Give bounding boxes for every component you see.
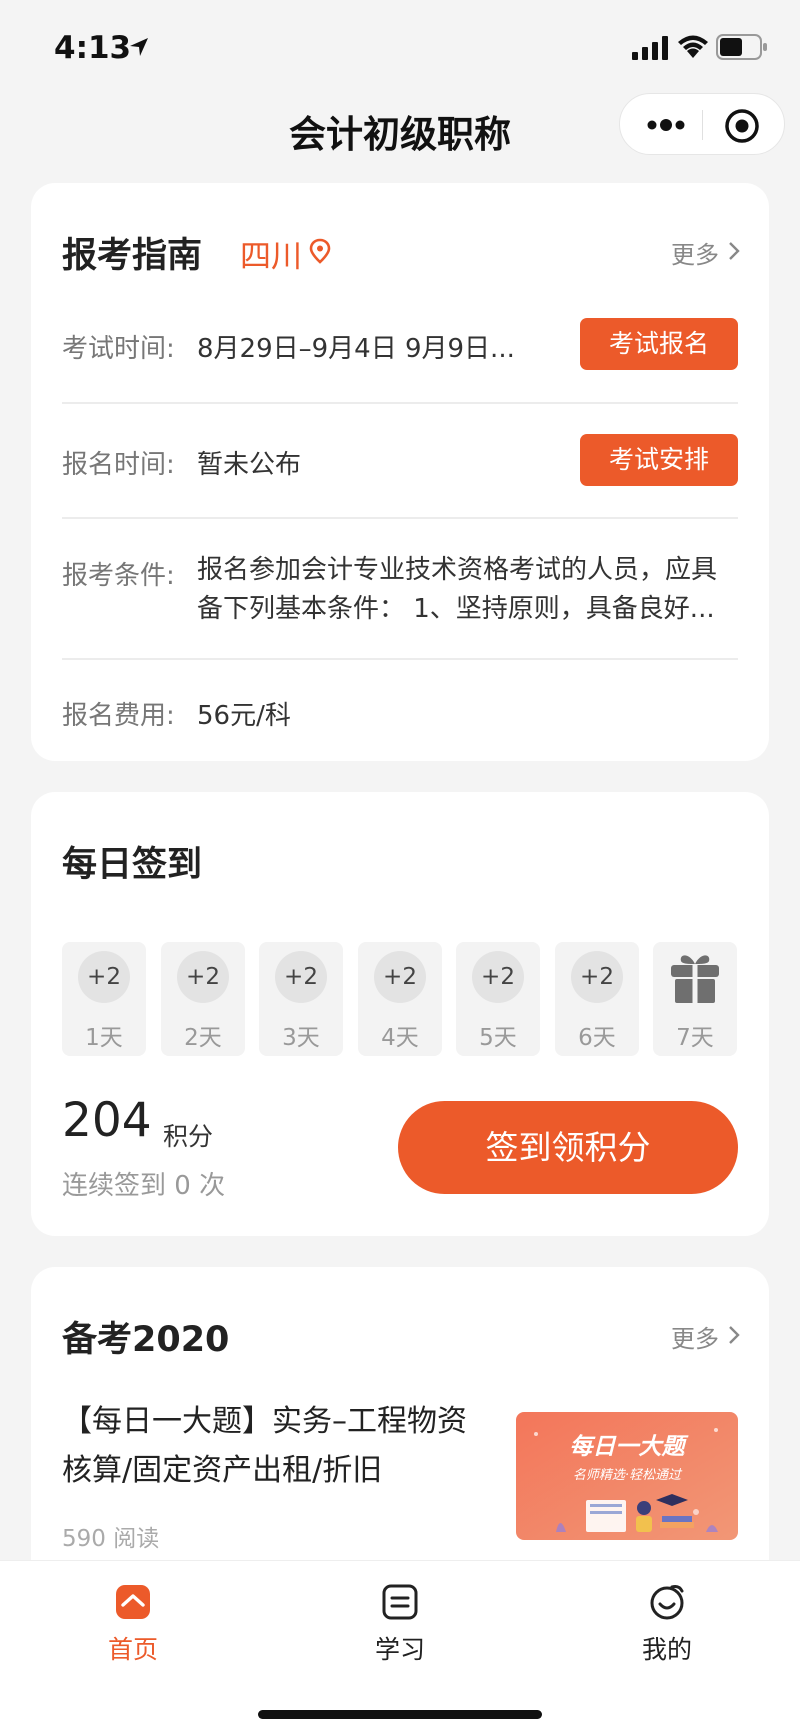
checkin-day: +2 3天 [259, 942, 343, 1056]
checkin-day: 7天 [653, 942, 737, 1056]
checkin-streak: 连续签到 0 次 [62, 1171, 226, 1201]
thumbnail-subtitle: 名师精选·轻松通过 [573, 1468, 683, 1483]
exam-schedule-button[interactable]: 考试安排 [580, 434, 738, 486]
study-icon [382, 1584, 418, 1620]
capsule-divider [702, 110, 703, 140]
checkin-title: 每日签到 [62, 845, 203, 885]
checkin-day: +2 5天 [456, 942, 540, 1056]
status-bar: 4:13 [0, 0, 800, 96]
prep-more-link[interactable]: 更多 [671, 1319, 719, 1354]
thumbnail-title: 每日一大题 [570, 1434, 690, 1460]
checkin-day: +2 6天 [555, 942, 639, 1056]
more-dots-icon[interactable] [644, 110, 688, 140]
exam-time-value: 8月29日–9月4日 9月9日... [197, 334, 515, 364]
tab-profile[interactable]: 我的 [534, 1561, 800, 1664]
location-arrow-icon [130, 38, 148, 56]
exam-time-label: 考试时间: [62, 334, 175, 364]
day-points: +2 [177, 951, 229, 1003]
guide-more-link[interactable]: 更多 [671, 235, 719, 270]
article-read-count: 590 阅读 [62, 1526, 160, 1552]
prep-title: 备考2020 [62, 1320, 230, 1360]
tab-profile-label: 我的 [641, 1635, 692, 1664]
chevron-right-icon[interactable] [727, 240, 741, 262]
home-indicator [258, 1710, 542, 1719]
status-time: 4:13 [54, 30, 132, 66]
day-points: +2 [472, 951, 524, 1003]
close-target-icon[interactable] [724, 108, 760, 144]
row-divider [62, 402, 738, 404]
home-icon [116, 1585, 150, 1619]
checkin-day: +2 4天 [358, 942, 442, 1056]
location-pin-icon[interactable] [309, 238, 331, 264]
mini-program-capsule [619, 93, 785, 155]
gift-icon [671, 955, 719, 1004]
daily-checkin-card: 每日签到 +2 1天 +2 2天 +2 3天 +2 4天 +2 5天 +2 6天… [31, 792, 769, 1236]
article-thumbnail[interactable]: 每日一大题 名师精选·轻松通过 [516, 1412, 738, 1540]
points-unit: 积分 [163, 1122, 214, 1151]
checkin-day: +2 1天 [62, 942, 146, 1056]
register-time-value: 暂未公布 [197, 450, 302, 480]
bottom-tab-bar: 首页 学习 我的 [0, 1560, 800, 1732]
tab-study-label: 学习 [374, 1635, 425, 1664]
wifi-icon [678, 35, 708, 58]
day-label: 5天 [479, 1025, 517, 1051]
row-divider [62, 517, 738, 519]
conditions-label: 报考条件: [62, 561, 175, 591]
day-label: 1天 [85, 1025, 123, 1051]
day-label: 4天 [381, 1025, 419, 1051]
chevron-right-icon[interactable] [727, 1324, 741, 1346]
exam-guide-card: 报考指南 四川 更多 考试时间: 8月29日–9月4日 9月9日... 考试报名… [31, 183, 769, 761]
thumbnail-art: 每日一大题 名师精选·轻松通过 [516, 1412, 738, 1540]
guide-title: 报考指南 [62, 236, 203, 276]
tab-study[interactable]: 学习 [267, 1561, 533, 1664]
row-divider [62, 658, 738, 660]
exam-register-button[interactable]: 考试报名 [580, 318, 738, 370]
conditions-value: 报名参加会计专业技术资格考试的人员，应具备下列基本条件： 1、坚持原则，具备良好… [197, 555, 718, 624]
register-time-label: 报名时间: [62, 450, 175, 480]
cellular-signal-icon [632, 36, 668, 60]
fee-value: 56元/科 [197, 701, 291, 731]
day-label: 6天 [578, 1025, 616, 1051]
day-points: +2 [275, 951, 327, 1003]
tab-home[interactable]: 首页 [0, 1561, 266, 1664]
fee-label: 报名费用: [62, 701, 175, 731]
day-label: 7天 [676, 1025, 714, 1051]
checkin-day: +2 2天 [161, 942, 245, 1056]
points-total: 204 [62, 1093, 152, 1148]
tab-home-label: 首页 [107, 1635, 158, 1664]
day-points: +2 [78, 951, 130, 1003]
day-points: +2 [374, 951, 426, 1003]
day-label: 2天 [184, 1025, 222, 1051]
day-label: 3天 [282, 1025, 320, 1051]
day-points: +2 [571, 951, 623, 1003]
province-selector[interactable]: 四川 [240, 231, 302, 276]
checkin-button[interactable]: 签到领积分 [398, 1101, 738, 1194]
profile-icon [650, 1585, 684, 1620]
article-title[interactable]: 【每日一大题】实务–工程物资核算/固定资产出租/折旧 [62, 1397, 482, 1495]
battery-icon [716, 34, 767, 60]
